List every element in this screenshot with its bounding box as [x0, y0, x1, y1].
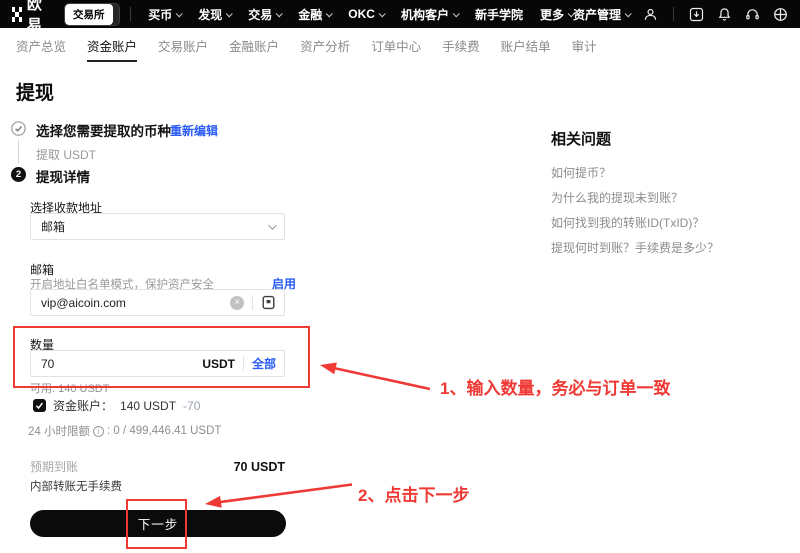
funding-account-delta: -70: [183, 399, 200, 413]
tab-funding-account[interactable]: 资金账户: [87, 28, 137, 62]
address-type-selected-value: 邮箱: [41, 218, 65, 235]
tab-trading-account[interactable]: 交易账户: [158, 28, 208, 62]
email-input-box: ×: [30, 289, 285, 316]
download-app-icon[interactable]: [689, 7, 704, 22]
okx-withdraw-page: 欧易 交易所 Web3 钱包 买币 发现 交易 金融 OKC 机构客户 新手学院…: [0, 0, 800, 553]
amount-input[interactable]: [41, 357, 194, 371]
nav-more[interactable]: 更多: [540, 6, 573, 23]
tab-account-statement[interactable]: 账户结单: [501, 28, 551, 62]
funding-account-balance: 140 USDT: [120, 399, 176, 413]
expected-arrival-label: 预期到账: [30, 458, 78, 475]
nav-finance[interactable]: 金融: [298, 6, 331, 23]
amount-currency: USDT: [202, 357, 235, 371]
step1-check-icon: [11, 121, 26, 136]
step2-title: 提现详情: [36, 166, 90, 186]
chevron-down-icon: [379, 10, 386, 17]
faq-how-to-withdraw[interactable]: 如何提币？: [551, 167, 786, 179]
nav-institutional[interactable]: 机构客户: [401, 6, 458, 23]
page-title: 提现: [16, 78, 54, 105]
max-amount-link[interactable]: 全部: [252, 355, 276, 372]
primary-nav: 买币 发现 交易 金融 OKC 机构客户 新手学院 更多: [148, 6, 573, 23]
topbar-right-cluster: 资产管理: [573, 6, 788, 23]
faq-arrival-time-fees[interactable]: 提现何时到账？手续费是多少？: [551, 242, 786, 254]
notifications-bell-icon[interactable]: [717, 7, 732, 22]
exchange-web3-toggle: 交易所 Web3 钱包: [64, 3, 120, 26]
tab-finance-account[interactable]: 金融账户: [229, 28, 279, 62]
annotation-note-1: 1、输入数量，务必与订单一致: [440, 374, 670, 399]
annotation-note-2: 2、点击下一步: [358, 481, 469, 506]
chevron-down-icon: [226, 10, 233, 17]
available-balance: 可用: 140 USDT: [30, 380, 109, 396]
nav-asset-management[interactable]: 资产管理: [573, 6, 630, 23]
tab-order-center[interactable]: 订单中心: [371, 28, 421, 62]
toggle-exchange[interactable]: 交易所: [65, 4, 113, 25]
user-profile-icon[interactable]: [643, 7, 658, 22]
nav-buy-crypto[interactable]: 买币: [148, 6, 181, 23]
faq-find-txid[interactable]: 如何找到我的转账ID(TxID)？: [551, 217, 786, 229]
nav-trade[interactable]: 交易: [248, 6, 281, 23]
address-book-icon[interactable]: [261, 295, 276, 310]
language-globe-icon[interactable]: [773, 7, 788, 22]
funding-account-checkbox[interactable]: [33, 399, 46, 412]
chevron-down-icon: [276, 10, 283, 17]
re-edit-link[interactable]: 重新编辑: [170, 122, 218, 139]
tab-asset-overview[interactable]: 资产总览: [16, 28, 66, 62]
tab-audit[interactable]: 审计: [572, 28, 597, 62]
tab-asset-analysis[interactable]: 资产分析: [300, 28, 350, 62]
chevron-down-icon: [176, 10, 183, 17]
top-navigation-bar: 欧易 交易所 Web3 钱包 买币 发现 交易 金融 OKC 机构客户 新手学院…: [0, 0, 800, 28]
support-headset-icon[interactable]: [745, 7, 760, 22]
daily-limit-label: 24 小时限额: [28, 423, 90, 439]
input-divider: [243, 356, 244, 371]
related-questions-title: 相关问题: [551, 128, 786, 149]
step-connector-line: [18, 140, 19, 164]
step1-title: 选择您需要提取的币种: [36, 120, 171, 140]
nav-academy[interactable]: 新手学院: [475, 6, 523, 23]
toggle-web3-wallet[interactable]: Web3 钱包: [113, 4, 120, 25]
daily-limit-row: 24 小时限额 i : 0 / 499,446.41 USDT: [28, 423, 221, 439]
fee-note: 内部转账无手续费: [30, 478, 122, 494]
daily-limit-value: : 0 / 499,446.41 USDT: [107, 425, 221, 437]
nav-okc[interactable]: OKC: [348, 6, 384, 23]
input-divider: [252, 295, 253, 310]
topbar-divider: [673, 7, 674, 21]
info-icon[interactable]: i: [93, 426, 104, 437]
address-type-select[interactable]: 邮箱: [30, 213, 285, 240]
okx-logo-icon: [12, 7, 22, 22]
asset-tabs: 资产总览 资金账户 交易账户 金融账户 资产分析 订单中心 手续费 账户结单 审…: [0, 28, 800, 62]
step1-subtitle: 提取 USDT: [36, 146, 96, 163]
clear-input-icon[interactable]: ×: [230, 296, 244, 310]
expected-arrival-row: 预期到账 70 USDT: [30, 458, 285, 475]
nav-discover[interactable]: 发现: [198, 6, 231, 23]
withdraw-form: 提现 选择您需要提取的币种 重新编辑 提取 USDT 2 提现详情 选择收款地址…: [11, 74, 313, 553]
chevron-down-icon: [268, 221, 276, 229]
expected-arrival-value: 70 USDT: [234, 460, 285, 474]
funding-account-row: 资金账户： 140 USDT -70: [33, 397, 200, 414]
funding-account-label: 资金账户：: [53, 397, 113, 414]
step2-number-badge: 2: [11, 167, 26, 182]
chevron-down-icon: [326, 10, 333, 17]
next-step-button[interactable]: 下一步: [30, 510, 286, 537]
amount-input-box: USDT 全部: [30, 350, 285, 377]
related-questions-panel: 相关问题 如何提币？ 为什么我的提现未到账？ 如何找到我的转账ID(TxID)？…: [551, 128, 786, 267]
email-input[interactable]: [41, 296, 222, 310]
chevron-down-icon: [453, 10, 460, 17]
tab-fees[interactable]: 手续费: [442, 28, 480, 62]
faq-withdrawal-not-arrived[interactable]: 为什么我的提现未到账？: [551, 192, 786, 204]
chevron-down-icon: [625, 10, 632, 17]
